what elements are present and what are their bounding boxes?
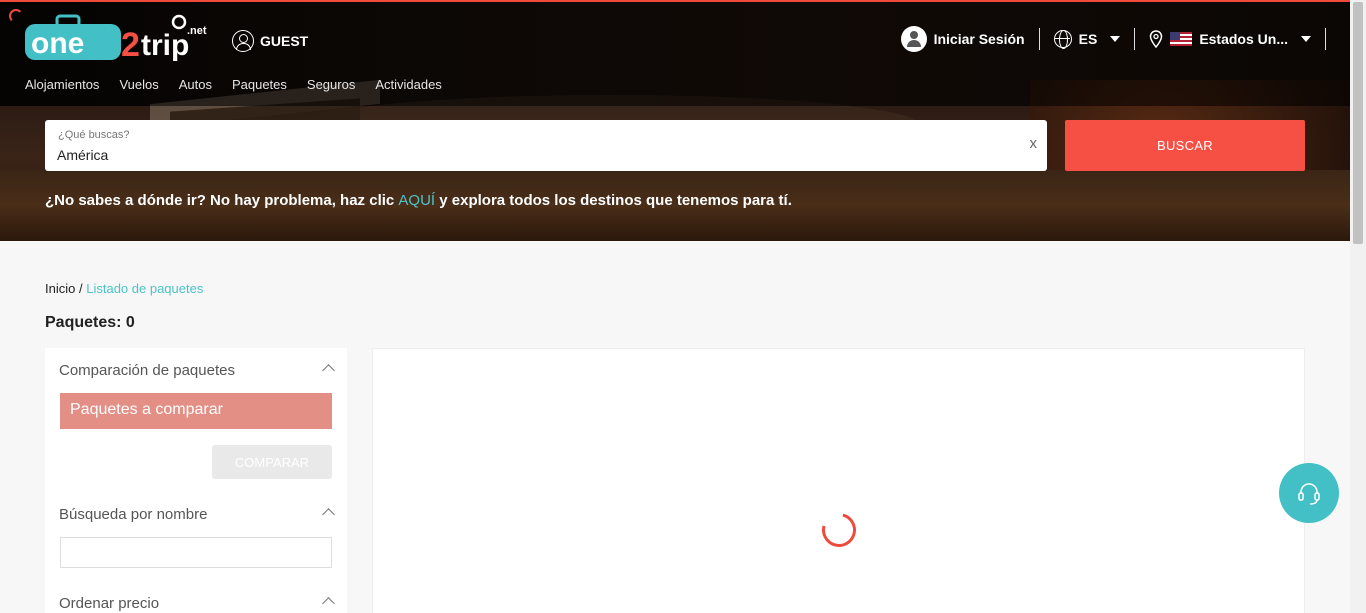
main-nav: Alojamientos Vuelos Autos Paquetes Segur… xyxy=(25,77,442,92)
svg-text:.net: .net xyxy=(187,25,207,37)
nav-item-vuelos[interactable]: Vuelos xyxy=(119,77,158,92)
results-panel xyxy=(372,348,1305,613)
language-selector[interactable]: ES xyxy=(1040,28,1135,50)
compare-section-title[interactable]: Comparación de paquetes xyxy=(59,362,235,379)
login-user-icon xyxy=(900,26,927,52)
page-scrollbar[interactable] xyxy=(1350,0,1366,613)
compare-list-bar: Paquetes a comparar xyxy=(60,393,332,429)
globe-icon xyxy=(1053,30,1072,49)
results-count: Paquetes: 0 xyxy=(45,314,135,331)
site-logo[interactable]: one 2 trip .net xyxy=(25,12,215,64)
nav-item-seguros[interactable]: Seguros xyxy=(307,77,355,92)
name-search-input[interactable] xyxy=(60,537,332,568)
location-pin-icon xyxy=(1150,30,1163,48)
chevron-up-icon[interactable] xyxy=(322,364,335,377)
nav-item-alojamientos[interactable]: Alojamientos xyxy=(25,77,99,92)
nav-item-paquetes[interactable]: Paquetes xyxy=(232,77,287,92)
login-label: Iniciar Sesión xyxy=(933,31,1025,47)
search-box: ¿Qué buscas? x xyxy=(45,120,1047,171)
nav-item-actividades[interactable]: Actividades xyxy=(375,77,441,92)
breadcrumb-home[interactable]: Inicio xyxy=(45,281,75,296)
scrollbar-thumb[interactable] xyxy=(1353,2,1363,244)
nav-item-autos[interactable]: Autos xyxy=(179,77,212,92)
support-chat-button[interactable] xyxy=(1279,463,1339,523)
svg-text:one: one xyxy=(31,27,84,60)
loading-spinner-icon xyxy=(815,506,863,554)
country-selector[interactable]: Estados Un... xyxy=(1135,28,1325,50)
promo-before: ¿No sabes a dónde ir? No hay problema, h… xyxy=(45,192,399,209)
compare-button[interactable]: COMPARAR xyxy=(212,445,332,479)
name-search-title[interactable]: Búsqueda por nombre xyxy=(59,506,207,523)
divider xyxy=(1325,28,1326,50)
promo-text: ¿No sabes a dónde ir? No hay problema, h… xyxy=(45,192,792,209)
guest-label: GUEST xyxy=(260,33,309,49)
promo-after: y explora todos los destinos que tenemos… xyxy=(435,192,792,209)
breadcrumb-separator: / xyxy=(78,281,83,296)
clear-icon[interactable]: x xyxy=(1030,135,1038,152)
headset-icon xyxy=(1298,483,1320,505)
promo-link[interactable]: AQUÍ xyxy=(398,192,435,209)
chevron-up-icon[interactable] xyxy=(322,508,335,521)
search-label: ¿Qué buscas? xyxy=(58,129,130,141)
page-loading-spinner-icon xyxy=(9,9,23,23)
loading-bar xyxy=(0,0,1350,2)
user-icon xyxy=(232,30,254,52)
breadcrumb: Inicio / Listado de paquetes xyxy=(45,281,203,296)
svg-text:2: 2 xyxy=(121,26,140,64)
search-input[interactable] xyxy=(57,145,997,165)
breadcrumb-current[interactable]: Listado de paquetes xyxy=(86,281,203,296)
svg-text:trip: trip xyxy=(141,29,189,62)
filter-sidebar: Comparación de paquetes Paquetes a compa… xyxy=(45,348,347,613)
us-flag-icon xyxy=(1170,32,1193,46)
chevron-down-icon xyxy=(1301,36,1311,42)
guest-user[interactable]: GUEST xyxy=(232,30,308,52)
price-sort-title[interactable]: Ordenar precio xyxy=(59,595,159,612)
header-actions: Iniciar Sesión ES Estados Un... xyxy=(887,24,1326,54)
language-label: ES xyxy=(1078,31,1098,47)
country-label: Estados Un... xyxy=(1199,31,1288,47)
login-link[interactable]: Iniciar Sesión xyxy=(887,26,1039,52)
search-button[interactable]: BUSCAR xyxy=(1065,120,1305,171)
chevron-down-icon xyxy=(1110,36,1121,42)
chevron-up-icon[interactable] xyxy=(322,597,335,610)
